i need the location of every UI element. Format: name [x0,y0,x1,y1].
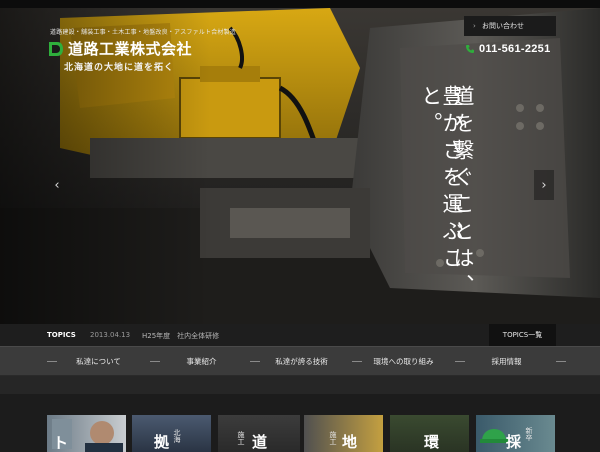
contact-button[interactable]: › お問い合わせ [464,16,556,36]
section-band [0,376,600,394]
nav-item-label: 私達が誇る技術 [275,357,328,366]
topics-date: 2013.04.13 [90,331,131,339]
chevron-right-icon: › [473,22,476,30]
company-name: 道路工業株式会社 [68,40,193,58]
phone-icon [466,45,474,53]
feature-card-title: 拠 [154,433,170,451]
hero-slider: 道路建設・舗装工事・土木工事・地盤改良・アスファルト合材製造 道路工業株式会社 … [0,8,600,324]
phone-number[interactable]: 011-561-2251 [465,43,551,55]
feature-card-small: 施工 [329,431,337,445]
topics-label: TOPICS [47,331,76,339]
logo-mark-icon [49,41,63,56]
topics-list-button-label: TOPICS一覧 [502,331,543,339]
nav-item-about[interactable]: 私達について [47,347,150,376]
chevron-left-icon: ‹ [54,177,60,193]
slider-next-button[interactable]: › [534,170,554,200]
feature-card-road[interactable]: 施工 道 [218,415,300,452]
feature-card-small: 施工 [237,431,245,445]
feature-card-ground[interactable]: 施工 地 [304,415,383,452]
contact-button-label: お問い合わせ [482,22,524,30]
nav-item-label: 私達について [76,357,121,366]
feature-card-recruit[interactable]: 採 新卒 [476,415,555,452]
feature-card-title: 道 [252,433,268,451]
phone-number-text: 011-561-2251 [479,43,551,55]
feature-card-title: 採 [506,433,522,451]
nav-item-recruit[interactable]: 採用情報 [455,347,566,376]
company-logo[interactable]: 道路工業株式会社 [48,38,192,59]
feature-card-small: 北海 [173,429,181,443]
feature-card-environment[interactable]: 環 [390,415,469,452]
nav-item-label: 事業紹介 [186,357,217,366]
hero-catchcopy-line2: 豊かさを運ぶこと。 [419,85,464,274]
feature-card-title: 地 [342,433,358,451]
feature-card-title: 環 [424,433,440,451]
topics-list-button[interactable]: TOPICS一覧 [489,324,556,346]
nav-item-environment[interactable]: 環境への取り組み [352,347,455,376]
nav-item-label: 採用情報 [491,357,522,366]
topics-title-link[interactable]: H25年度 社内全体研修 [142,331,219,341]
global-nav: 私達について 事業紹介 私達が誇る技術 環境への取り組み 採用情報 [0,346,600,376]
feature-card-small: 新卒 [525,427,533,441]
header-tagline: 道路建設・舗装工事・土木工事・地盤改良・アスファルト合材製造 [50,29,237,36]
feature-card-topics[interactable]: ト [47,415,126,452]
feature-card-title: ト [53,434,69,452]
chevron-right-icon: › [541,177,547,193]
nav-item-label: 環境への取り組み [373,357,434,366]
feature-card-bases[interactable]: 北海 拠 [132,415,211,452]
nav-item-business[interactable]: 事業紹介 [150,347,253,376]
nav-item-technology[interactable]: 私達が誇る技術 [250,347,353,376]
top-strip [0,0,600,8]
topics-bar: TOPICS 2013.04.13 H25年度 社内全体研修 TOPICS一覧 [0,324,600,346]
company-slogan: 北海道の大地に道を拓く [64,63,175,73]
slider-prev-button[interactable]: ‹ [47,170,67,200]
